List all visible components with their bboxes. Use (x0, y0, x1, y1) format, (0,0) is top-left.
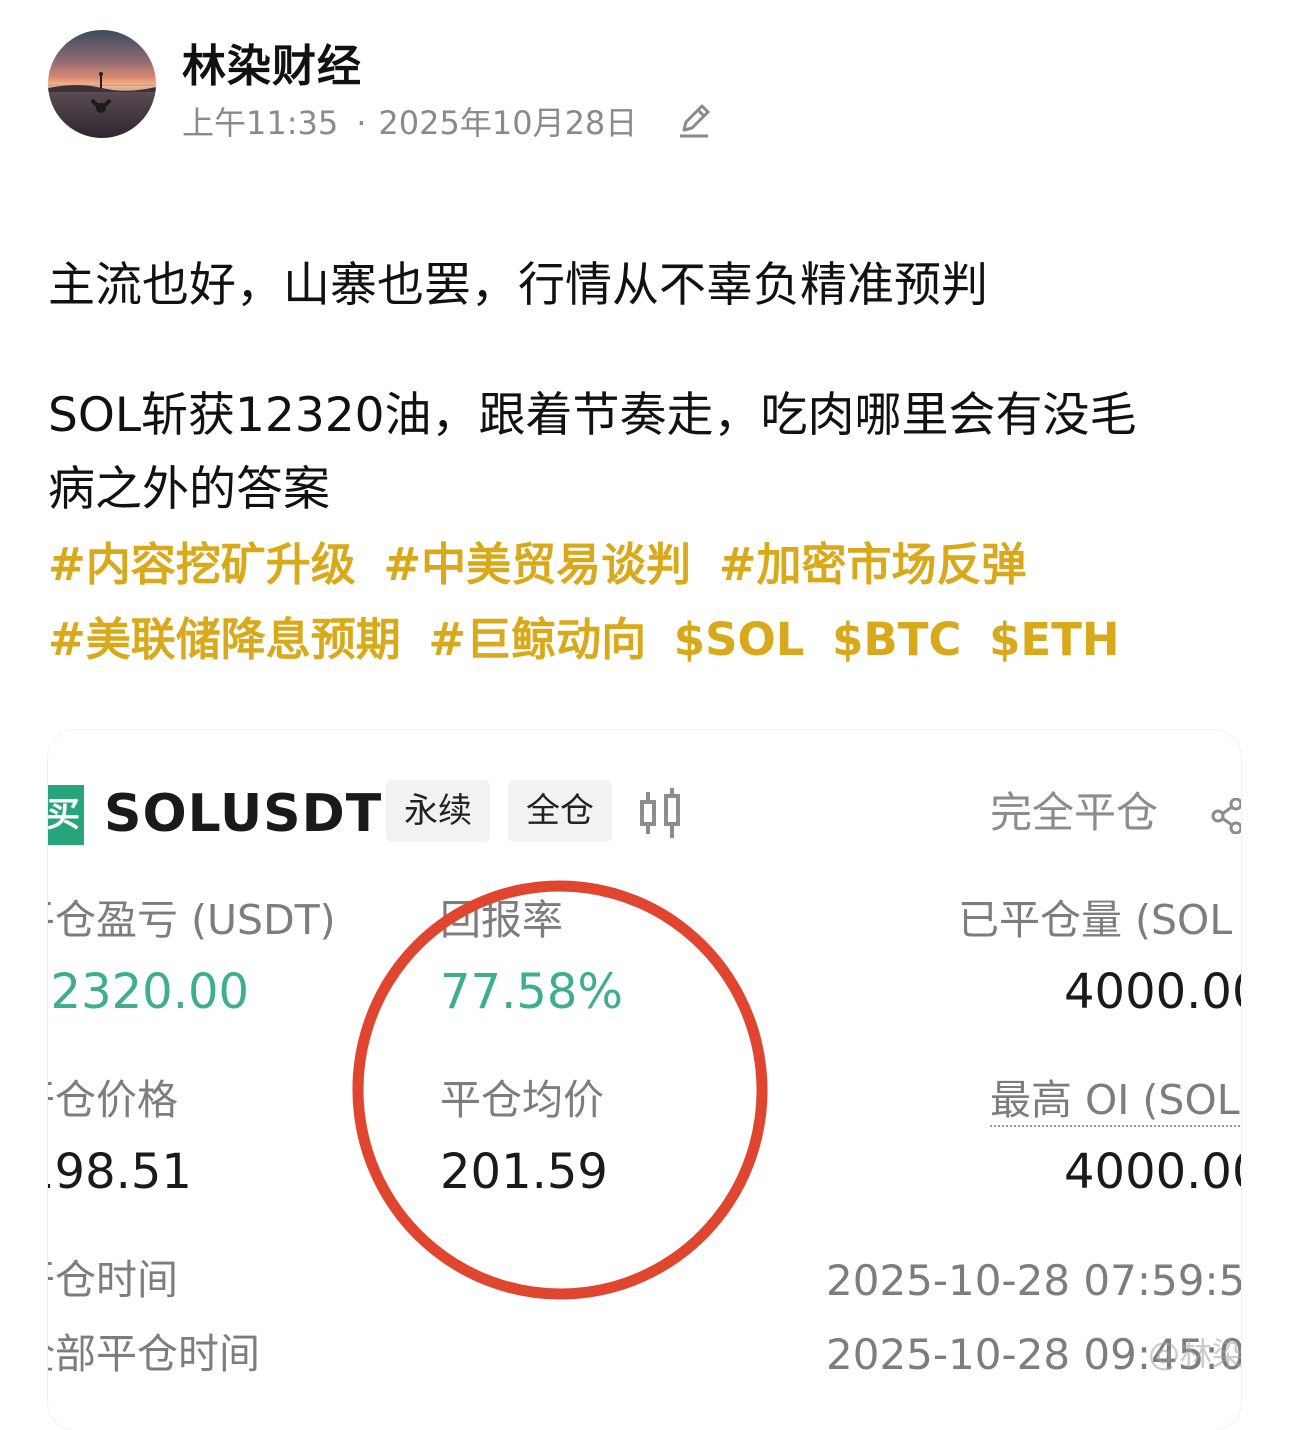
side-badge: 买 (48, 785, 84, 845)
candlestick-chart-icon (640, 788, 680, 838)
open-price-value: 198.51 (48, 1144, 192, 1200)
post-meta: 上午11:35 · 2025年10月28日 (182, 98, 637, 144)
hashtag-row-2: #美联储降息预期 #巨鲸动向 $SOL $BTC $ETH (48, 617, 1120, 662)
watermark: @林染 (1148, 1335, 1241, 1373)
cashtag-sol[interactable]: $SOL (674, 613, 805, 666)
pnl-label: 平仓盈亏 (USDT) (48, 896, 336, 944)
pnl-value: 12320.00 (48, 964, 250, 1020)
post-date: 2025年10月28日 (378, 104, 638, 142)
post-text-line-2: SOL斩获12320油，跟着节奏走，吃肉哪里会有没毛 (48, 388, 1137, 443)
avatar-image (48, 72, 156, 113)
meta-separator: · (356, 104, 367, 142)
hashtag-whale-moves[interactable]: #巨鲸动向 (428, 613, 646, 666)
cashtag-btc[interactable]: $BTC (832, 613, 961, 666)
max-oi-value: 4000.00 (1064, 1144, 1241, 1200)
edit-pencil-icon[interactable] (676, 100, 716, 140)
perpetual-tag: 永续 (386, 780, 490, 842)
trade-screenshot-card[interactable]: 买 SOLUSDT 永续 全仓 完全平仓 平仓盈亏 (USDT) 12320.0… (48, 730, 1241, 1430)
cashtag-eth[interactable]: $ETH (989, 613, 1119, 666)
post-text-line-3: 病之外的答案 (48, 462, 330, 517)
open-time-label: 开仓时间 (48, 1256, 178, 1304)
share-icon[interactable] (1210, 798, 1241, 834)
closed-qty-value: 4000.00 (1064, 964, 1241, 1020)
closed-qty-label: 已平仓量 (SOL (958, 896, 1233, 944)
author-name[interactable]: 林染财经 (182, 30, 362, 94)
open-price-label: 开仓价格 (48, 1076, 178, 1124)
all-close-time-label: 全部平仓时间 (48, 1330, 260, 1378)
post-time: 上午11:35 (182, 104, 339, 142)
open-time-value: 2025-10-28 07:59:5 (826, 1256, 1241, 1305)
hashtag-crypto-rebound[interactable]: #加密市场反弹 (719, 538, 1027, 591)
max-oi-label: 最高 OI (SOL (990, 1080, 1240, 1127)
hashtag-fed-rate-cut[interactable]: #美联储降息预期 (48, 613, 401, 666)
close-all-status: 完全平仓 (990, 788, 1159, 837)
hashtag-row-1: #内容挖矿升级 #中美贸易谈判 #加密市场反弹 (48, 542, 1027, 587)
cross-margin-tag: 全仓 (508, 780, 612, 842)
hashtag-us-china-trade[interactable]: #中美贸易谈判 (383, 538, 691, 591)
red-highlight-circle (352, 880, 768, 1300)
author-avatar[interactable] (48, 30, 156, 138)
symbol-title: SOLUSDT (104, 784, 383, 844)
post-text-line-1: 主流也好，山寨也罢，行情从不辜负精准预判 (48, 258, 988, 313)
hashtag-content-mining[interactable]: #内容挖矿升级 (48, 538, 356, 591)
